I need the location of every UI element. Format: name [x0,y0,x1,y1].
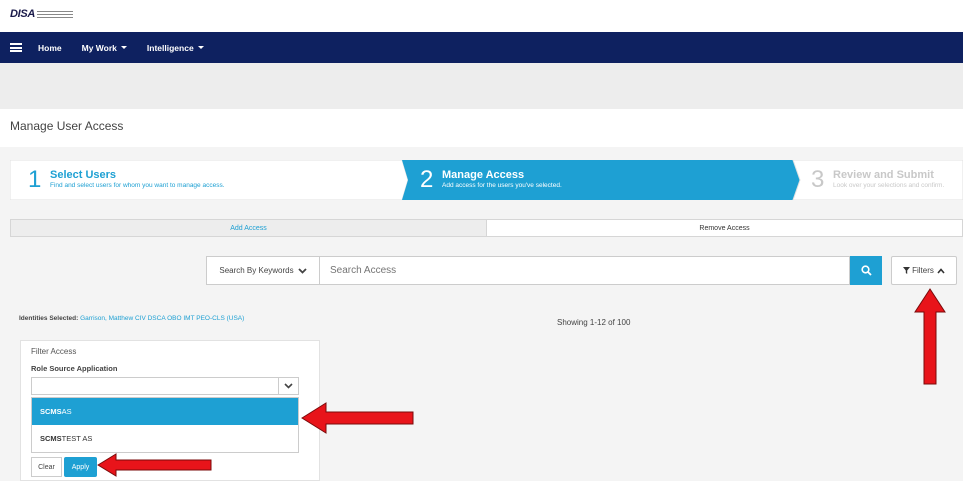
identities-selected: Identities Selected: Garrison, Matthew C… [19,315,244,322]
nav-item-my-work[interactable]: My Work [82,43,127,53]
wizard-step-1[interactable]: 1 Select Users Find and select users for… [10,160,402,200]
wizard-step-2[interactable]: 2 Manage Access Add access for the users… [402,160,793,200]
disa-logo[interactable]: DISA [10,8,74,20]
search-bar: Search By Keywords [206,256,882,285]
search-by-keywords-dropdown[interactable]: Search By Keywords [206,256,320,285]
tab-add-access[interactable]: Add Access [10,219,487,237]
page-title: Manage User Access [10,119,124,133]
title-bar: Manage User Access [0,109,963,147]
clear-button[interactable]: Clear [31,457,62,477]
nav-item-intelligence[interactable]: Intelligence [147,43,204,53]
identity-link[interactable]: Garrison, Matthew CIV DSCA OBO IMT PEO-C… [80,315,244,322]
access-tabs: Add Access Remove Access [10,219,963,237]
main-navbar: Home My Work Intelligence [0,32,963,63]
results-count: Showing 1-12 of 100 [557,318,631,327]
wizard-steps: 1 Select Users Find and select users for… [10,160,963,200]
caret-down-icon [197,46,204,49]
chevron-down-icon [284,383,293,389]
hamburger-menu-icon[interactable] [10,43,22,52]
annotation-arrow-left-apply [97,453,212,477]
search-icon [860,265,872,276]
caret-down-icon [120,46,127,49]
option-scms-as[interactable]: SCMS AS [32,398,298,425]
logo-tagline-lines [37,9,74,20]
search-button[interactable] [850,256,882,285]
option-scmstest-as[interactable]: SCMS TEST AS [32,425,298,451]
nav-item-home[interactable]: Home [38,43,62,53]
filters-button[interactable]: Filters [891,256,957,285]
role-source-application-options: SCMS AS SCMS TEST AS [31,397,299,453]
filter-funnel-icon [903,267,911,274]
select-caret[interactable] [278,378,298,394]
identities-label: Identities Selected: [19,315,79,322]
role-source-application-label: Role Source Application [31,364,118,373]
wizard-step-3[interactable]: 3 Review and Submit Look over your selec… [793,160,963,200]
search-access-input[interactable] [320,256,850,285]
filter-panel-title: Filter Access [31,347,77,356]
annotation-arrow-left-option [301,402,414,434]
role-source-application-select[interactable] [31,377,299,395]
logo-bar: DISA [0,0,963,32]
header-band [0,63,963,109]
annotation-arrow-up [914,288,946,385]
apply-button[interactable]: Apply [64,457,97,477]
chevron-up-icon [937,267,945,274]
tab-remove-access[interactable]: Remove Access [487,219,963,237]
chevron-down-icon [297,267,307,274]
logo-text: DISA [10,8,36,20]
